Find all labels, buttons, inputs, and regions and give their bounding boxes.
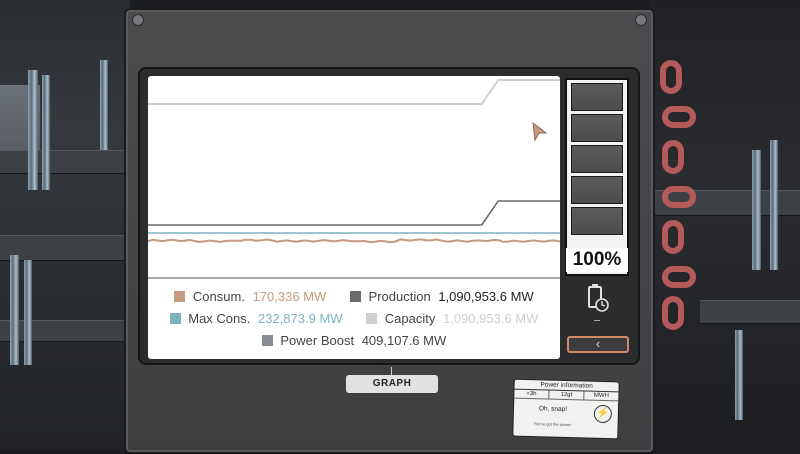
chevron-left-icon: ‹ (595, 336, 601, 351)
legend-consumption: Consum. 170,336 MW (174, 289, 326, 304)
legend-row-1: Consum. 170,336 MW Production 1,090,953.… (148, 289, 560, 304)
battery-cell (571, 145, 623, 173)
legend-capacity: Capacity 1,090,953.6 MW (366, 311, 538, 326)
red-chain-link (662, 106, 696, 128)
series-line-consum (148, 238, 560, 244)
info-card-body: Oh, snap! You've got the power! ⚡ (513, 399, 618, 432)
panel-screw (635, 14, 647, 26)
pipe-pillar (24, 260, 32, 365)
info-card-col: MWH (593, 392, 609, 400)
red-chain-link (662, 186, 696, 208)
battery-icon (588, 284, 609, 312)
power-information-card[interactable]: Power information +3h 12gt MWH Oh, snap!… (512, 378, 620, 440)
steel-beam (700, 300, 800, 324)
pipe-pillar (10, 255, 19, 365)
separator-dash (594, 320, 600, 321)
info-card-col: 12gt (549, 390, 585, 400)
red-chain-link (662, 296, 684, 330)
consumption-swatch (174, 291, 186, 302)
power-boost-label: Power Boost (280, 333, 355, 348)
pipe-pillar (42, 75, 50, 190)
left-factory-structure (0, 0, 130, 450)
legend-production: Production 1,090,953.6 MW (349, 289, 534, 304)
capacity-label: Capacity (384, 311, 436, 326)
power-boost-value: 409,107.6 MW (361, 333, 447, 348)
pipe-pillar (770, 140, 778, 270)
capacity-swatch (366, 313, 378, 324)
power-boost-swatch (261, 335, 273, 346)
battery-cell (571, 83, 623, 111)
pipe-pillar (100, 60, 108, 150)
info-card-note: You've got the power! (533, 421, 572, 428)
pointer-icon (532, 122, 548, 142)
red-chain-link (662, 220, 684, 254)
series-line-capacity (148, 79, 560, 105)
info-card-message: Oh, snap! (538, 405, 568, 414)
red-chain-link (660, 60, 682, 94)
max-consumption-value: 232,873.9 MW (258, 311, 343, 326)
legend-row-2: Max Cons. 232,873.9 MW Capacity 1,090,95… (148, 311, 560, 326)
info-card-col: +3h (514, 389, 550, 399)
pipe-pillar (735, 330, 743, 420)
panel-screw (132, 14, 144, 26)
back-button[interactable]: ‹ (567, 336, 629, 353)
production-value: 1,090,953.6 MW (438, 289, 534, 304)
max-consumption-label: Max Cons. (188, 311, 251, 326)
production-label: Production (368, 289, 431, 304)
red-chain-link (662, 266, 696, 288)
battery-gauge (565, 78, 629, 276)
series-line-production (148, 200, 560, 226)
pipe-pillar (28, 70, 38, 190)
steel-beam (0, 235, 130, 261)
pipe-pillar (752, 150, 761, 270)
consumption-label: Consum. (192, 289, 245, 304)
battery-cell (571, 176, 623, 204)
graph-tab-indicator (391, 367, 392, 375)
battery-cell (571, 114, 623, 142)
steel-beam (0, 150, 130, 174)
lightning-icon: ⚡ (593, 404, 613, 424)
battery-percent: 100% (566, 248, 628, 272)
production-swatch (349, 291, 361, 302)
legend-row-3: Power Boost 409,107.6 MW (148, 333, 560, 348)
max-consumption-swatch (169, 313, 181, 324)
red-chain-link (662, 140, 684, 174)
consumption-value: 170,336 MW (252, 289, 327, 304)
graph-tab-button[interactable]: GRAPH (346, 375, 438, 393)
steel-beam (0, 320, 130, 342)
battery-cell (571, 207, 623, 235)
legend-max-consumption: Max Cons. 232,873.9 MW (169, 311, 343, 326)
legend-power-boost: Power Boost 409,107.6 MW (261, 333, 447, 348)
capacity-value: 1,090,953.6 MW (443, 311, 539, 326)
power-graph: Consum. 170,336 MW Production 1,090,953.… (148, 76, 560, 359)
